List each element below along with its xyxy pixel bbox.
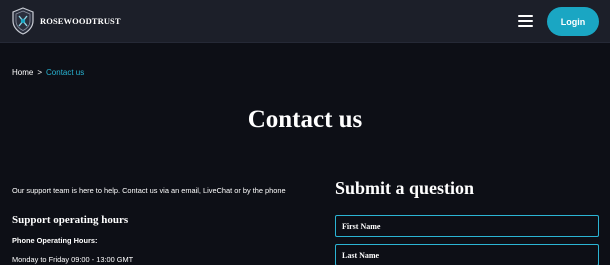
brand-logo[interactable]: ROSEWOODTRUST — [11, 7, 121, 35]
breadcrumb-home-link[interactable]: Home — [12, 68, 33, 77]
phone-hours-label: Phone Operating Hours: — [12, 236, 98, 245]
first-name-placeholder: First Name — [342, 221, 381, 231]
chevron-right-icon: > — [37, 68, 43, 77]
page-title: Contact us — [247, 106, 363, 133]
support-hours-heading: Support operating hours — [12, 214, 129, 226]
breadcrumb-current: Contact us — [46, 68, 85, 77]
brand-name: ROSEWOODTRUST — [40, 16, 121, 26]
phone-hours-value: Monday to Friday 09:00 - 13:00 GMT — [12, 255, 134, 264]
breadcrumb: Home > Contact us — [12, 68, 84, 77]
submit-question-heading: Submit a question — [335, 178, 475, 198]
hamburger-menu-icon[interactable] — [518, 15, 533, 27]
page: ROSEWOODTRUST Login Home > Contact us Co… — [0, 0, 610, 265]
last-name-field[interactable]: Last Name — [335, 244, 599, 265]
shield-crest-icon — [12, 7, 34, 35]
first-name-field[interactable]: First Name — [335, 215, 599, 237]
site-header: ROSEWOODTRUST Login — [0, 0, 610, 43]
last-name-placeholder: Last Name — [342, 250, 380, 260]
login-button[interactable]: Login — [547, 7, 599, 36]
support-intro-text: Our support team is here to help. Contac… — [12, 186, 286, 195]
